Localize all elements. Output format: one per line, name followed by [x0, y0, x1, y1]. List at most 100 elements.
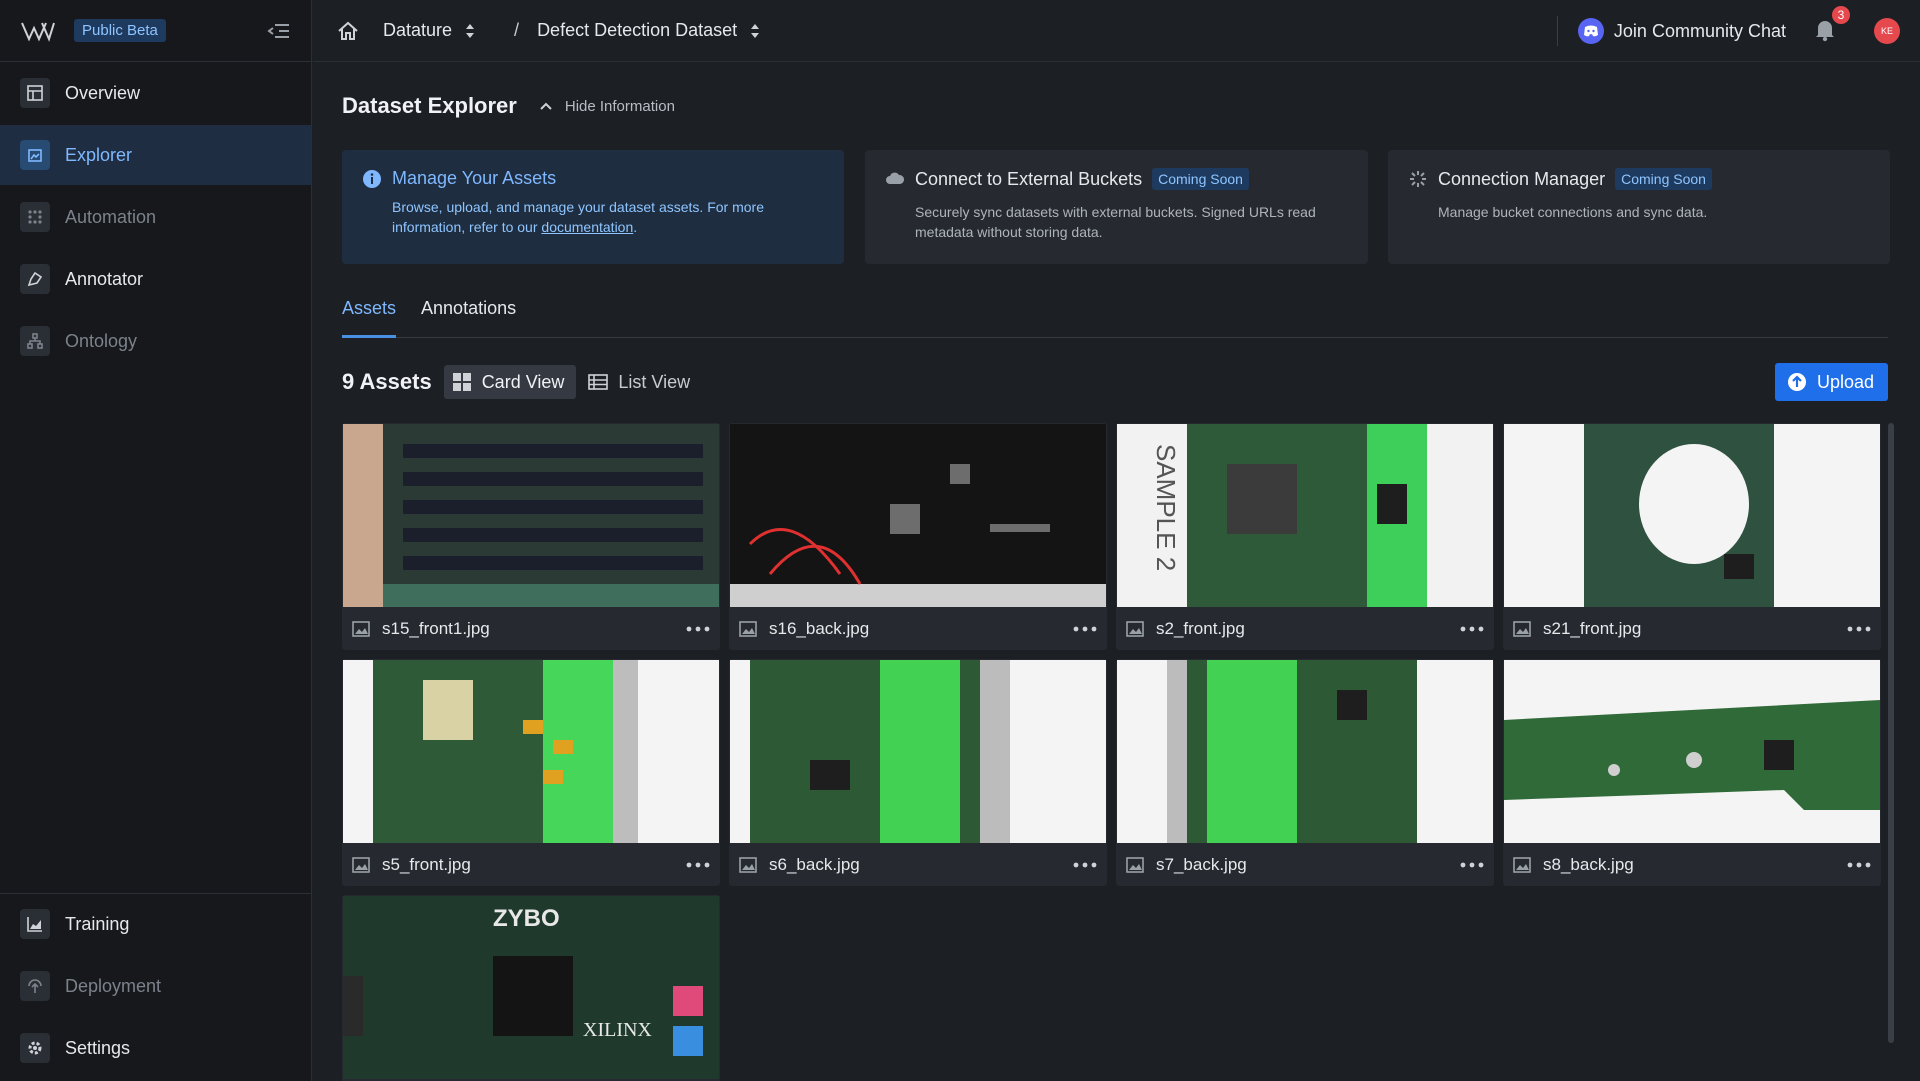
- sidebar-item-automation[interactable]: Automation: [0, 187, 311, 247]
- sidebar-item-ontology[interactable]: Ontology: [0, 311, 311, 371]
- asset-card[interactable]: s16_back.jpg: [729, 423, 1107, 650]
- sidebar-item-label: Ontology: [65, 330, 138, 351]
- chevron-updown-icon: [466, 23, 475, 38]
- sidebar-item-deployment[interactable]: Deployment: [0, 956, 311, 1016]
- asset-card[interactable]: s15_front1.jpg: [342, 423, 720, 650]
- more-options-icon[interactable]: [686, 626, 710, 632]
- grid-scrollbar[interactable]: [1888, 423, 1894, 1043]
- card-title: Connection Manager: [1438, 168, 1606, 189]
- sidebar-item-training[interactable]: Training: [0, 894, 311, 954]
- breadcrumb-workspace[interactable]: Datature: [383, 20, 476, 41]
- asset-caption: s21_front.jpg: [1503, 607, 1881, 650]
- upload-button[interactable]: Upload: [1774, 363, 1888, 401]
- project-name: Defect Detection Dataset: [537, 20, 738, 40]
- documentation-link[interactable]: documentation: [541, 219, 633, 235]
- image-icon: [352, 856, 370, 873]
- card-title: Manage Your Assets: [392, 168, 557, 188]
- card-description-suffix: .: [633, 219, 638, 235]
- asset-card[interactable]: s5_front.jpg: [342, 659, 720, 886]
- user-avatar[interactable]: KE: [1874, 18, 1900, 44]
- asset-card[interactable]: s7_back.jpg: [1116, 659, 1494, 886]
- info-card-connection-manager: Connection Manager Coming Soon Manage bu…: [1388, 150, 1890, 264]
- more-options-icon[interactable]: [1073, 626, 1097, 632]
- asset-thumbnail[interactable]: ZYBO XILINX: [343, 896, 719, 1079]
- asset-thumbnail[interactable]: [1504, 424, 1880, 607]
- board-vendor-text: XILINX: [583, 1019, 652, 1041]
- tab-annotations[interactable]: Annotations: [421, 298, 516, 338]
- title-row: Dataset Explorer Hide Information: [342, 93, 675, 119]
- sample-label-text: SAMPLE 2: [1151, 444, 1181, 571]
- datature-logo-icon[interactable]: [20, 20, 56, 42]
- tab-assets[interactable]: Assets: [342, 298, 397, 338]
- image-icon: [1126, 856, 1144, 873]
- asset-caption: s2_front.jpg: [1116, 607, 1494, 650]
- bell-icon: [1816, 21, 1834, 42]
- asset-caption: s5_front.jpg: [342, 843, 720, 886]
- pen-icon: [20, 264, 50, 294]
- asset-card[interactable]: s21_front.jpg: [1503, 423, 1881, 650]
- join-community-button[interactable]: Join Community Chat: [1577, 18, 1814, 44]
- asset-thumbnail[interactable]: [730, 660, 1106, 843]
- join-community-label: Join Community Chat: [1613, 20, 1786, 41]
- more-options-icon[interactable]: [686, 862, 710, 868]
- asset-filename: s2_front.jpg: [1156, 618, 1245, 638]
- asset-thumbnail[interactable]: [343, 660, 719, 843]
- breadcrumb-separator: /: [514, 20, 520, 40]
- coming-soon-badge: Coming Soon: [1152, 168, 1249, 190]
- sidebar-item-settings[interactable]: Settings: [0, 1018, 311, 1078]
- asset-grid: s15_front1.jpg s16_back.jpg SAMPLE 2 s2_…: [342, 423, 1882, 1081]
- card-description: Browse, upload, and manage your dataset …: [392, 197, 824, 237]
- list-view-button[interactable]: List View: [580, 365, 702, 399]
- upload-icon: [1787, 373, 1806, 391]
- breadcrumb-project[interactable]: Defect Detection Dataset: [537, 20, 761, 41]
- asset-thumbnail[interactable]: [1117, 660, 1493, 843]
- more-options-icon[interactable]: [1847, 626, 1871, 632]
- asset-count: 9 Assets: [342, 369, 432, 394]
- asset-filename: s15_front1.jpg: [382, 618, 490, 638]
- hide-information-label: Hide Information: [564, 97, 675, 115]
- sidebar-item-label: Automation: [65, 206, 157, 227]
- collapse-sidebar-icon[interactable]: [267, 21, 291, 41]
- sidebar-item-overview[interactable]: Overview: [0, 63, 311, 123]
- upload-label: Upload: [1816, 371, 1874, 392]
- sidebar-item-label: Settings: [65, 1037, 131, 1058]
- asset-caption: s7_back.jpg: [1116, 843, 1494, 886]
- asset-card[interactable]: SAMPLE 2 s2_front.jpg: [1116, 423, 1494, 650]
- workspace-name: Datature: [383, 20, 453, 40]
- sidebar-item-label: Training: [65, 913, 130, 934]
- main-content: Dataset Explorer Hide Information Manage…: [313, 63, 1920, 1081]
- asset-thumbnail[interactable]: [1504, 660, 1880, 843]
- asset-filename: s21_front.jpg: [1543, 618, 1642, 638]
- list-view-label: List View: [618, 371, 691, 392]
- sidebar: Public Beta Overview Explorer Automation…: [0, 0, 312, 1081]
- sidebar-item-annotator[interactable]: Annotator: [0, 249, 311, 309]
- more-options-icon[interactable]: [1847, 862, 1871, 868]
- home-icon[interactable]: [337, 21, 359, 41]
- asset-filename: s16_back.jpg: [769, 618, 870, 638]
- asset-caption: s8_back.jpg: [1503, 843, 1881, 886]
- card-view-button[interactable]: Card View: [443, 365, 577, 399]
- asset-filename: s6_back.jpg: [769, 854, 860, 874]
- folder-image-icon: [20, 140, 50, 170]
- asset-thumbnail[interactable]: SAMPLE 2: [1117, 424, 1493, 607]
- info-card-manage-assets: Manage Your Assets Browse, upload, and m…: [342, 150, 844, 264]
- asset-thumbnail[interactable]: [343, 424, 719, 607]
- more-options-icon[interactable]: [1073, 862, 1097, 868]
- asset-card[interactable]: s6_back.jpg: [729, 659, 1107, 886]
- more-options-icon[interactable]: [1460, 626, 1484, 632]
- image-icon: [1513, 620, 1531, 637]
- sidebar-item-explorer[interactable]: Explorer: [0, 125, 311, 185]
- board-brand-text: ZYBO: [493, 905, 560, 932]
- notifications-button[interactable]: 3: [1814, 6, 1850, 44]
- more-options-icon[interactable]: [1460, 862, 1484, 868]
- asset-thumbnail[interactable]: [730, 424, 1106, 607]
- asset-card[interactable]: ZYBO XILINX: [342, 895, 720, 1081]
- hide-information-toggle[interactable]: Hide Information: [539, 98, 675, 115]
- notification-count-badge: 3: [1832, 6, 1850, 24]
- chart-icon: [20, 909, 50, 939]
- asset-caption: s15_front1.jpg: [342, 607, 720, 650]
- top-header: Datature / Defect Detection Dataset Join…: [313, 0, 1920, 62]
- asset-card[interactable]: s8_back.jpg: [1503, 659, 1881, 886]
- chevron-updown-icon: [751, 23, 760, 38]
- sidebar-item-label: Explorer: [65, 144, 133, 165]
